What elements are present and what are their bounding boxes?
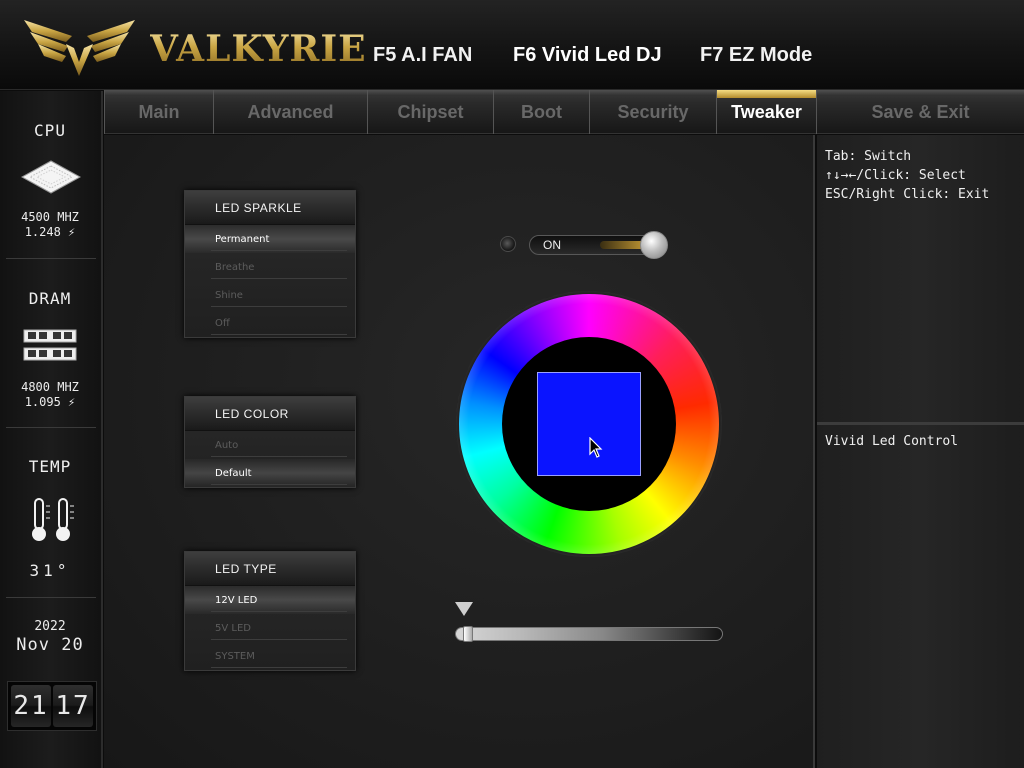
led-type-title: LED TYPE [185,552,355,586]
led-indicator-icon [500,236,516,252]
clock-minutes: 17 [53,685,93,727]
option-12v-led[interactable]: 12V LED [185,586,355,614]
clock-hours: 21 [11,685,51,727]
brightness-slider[interactable] [455,626,723,642]
tab-advanced[interactable]: Advanced [213,90,367,134]
led-type-menu: LED TYPE 12V LED 5V LED SYSTEM [184,551,356,671]
clock-display: 21 17 [7,681,97,731]
cpu-voltage: 1.248 ⚡ [24,225,76,239]
option-permanent[interactable]: Permanent [185,225,355,253]
option-breathe[interactable]: Breathe [185,253,355,281]
help-description: Vivid Led Control [825,434,959,449]
option-default[interactable]: Default [185,459,355,487]
led-sparkle-title: LED SPARKLE [185,191,355,225]
selected-color-swatch [537,372,641,476]
brand-title: VALKYRIE [150,28,367,70]
dram-voltage: 1.095 ⚡ [24,395,76,409]
option-shine[interactable]: Shine [185,281,355,309]
led-color-menu: LED COLOR Auto Default [184,396,356,488]
sidebar-divider [6,258,96,259]
tab-main[interactable]: Main [104,90,213,134]
led-color-title: LED COLOR [185,397,355,431]
help-divider [817,422,1024,425]
tab-security[interactable]: Security [589,90,716,134]
hotkey-vivid-led-dj[interactable]: F6 Vivid Led DJ [509,44,666,68]
help-select: ↑↓→←/Click: Select [825,168,966,183]
color-wheel[interactable] [456,291,722,557]
hotkey-ez-mode[interactable]: F7 EZ Mode [700,44,812,67]
dram-frequency: 4800 MHZ [21,380,79,394]
temp-title: TEMP [28,457,72,476]
valkyrie-wings-logo-icon [24,20,135,76]
toggle-knob[interactable] [640,231,668,259]
led-power-toggle[interactable]: ON [529,231,668,259]
header-bar: VALKYRIE F5 A.I FAN F6 Vivid Led DJ F7 E… [0,0,1024,90]
cpu-title: CPU [34,121,66,140]
tab-bar: Main Advanced Chipset Boot Security Twea… [104,90,1024,134]
thermometer-icon [32,498,74,541]
led-sparkle-menu: LED SPARKLE Permanent Breathe Shine Off [184,190,356,338]
date-month-day: Nov 20 [16,635,84,655]
mouse-pointer-icon [589,437,603,458]
status-sidebar: CPU 4500 MHZ 1.248 ⚡ DRAM 4800 MHZ 1.095… [0,91,103,768]
option-off[interactable]: Off [185,309,355,337]
cpu-chip-icon [20,160,82,194]
tab-tweaker[interactable]: Tweaker [716,90,816,134]
sidebar-divider [6,427,96,428]
option-5v-led[interactable]: 5V LED [185,614,355,642]
temperature-value: 31° [29,561,71,580]
cpu-frequency: 4500 MHZ [21,210,79,224]
option-system[interactable]: SYSTEM [185,642,355,670]
date-year: 2022 [34,619,66,634]
tab-save-exit[interactable]: Save & Exit [816,90,1024,134]
slider-marker-icon [455,602,473,616]
dram-title: DRAM [28,289,72,308]
sidebar-divider [6,597,96,598]
help-panel: Tab: Switch ↑↓→←/Click: Select ESC/Right… [817,135,1024,768]
help-tab-switch: Tab: Switch [825,149,912,164]
help-exit: ESC/Right Click: Exit [825,187,990,202]
slider-thumb[interactable] [463,626,473,642]
toggle-label: ON [543,238,561,252]
hotkey-ai-fan[interactable]: F5 A.I FAN [373,44,472,67]
dram-module-icon [23,329,77,361]
tab-chipset[interactable]: Chipset [367,90,493,134]
tab-boot[interactable]: Boot [493,90,589,134]
option-auto[interactable]: Auto [185,431,355,459]
led-control-panel: LED SPARKLE Permanent Breathe Shine Off … [104,135,815,768]
